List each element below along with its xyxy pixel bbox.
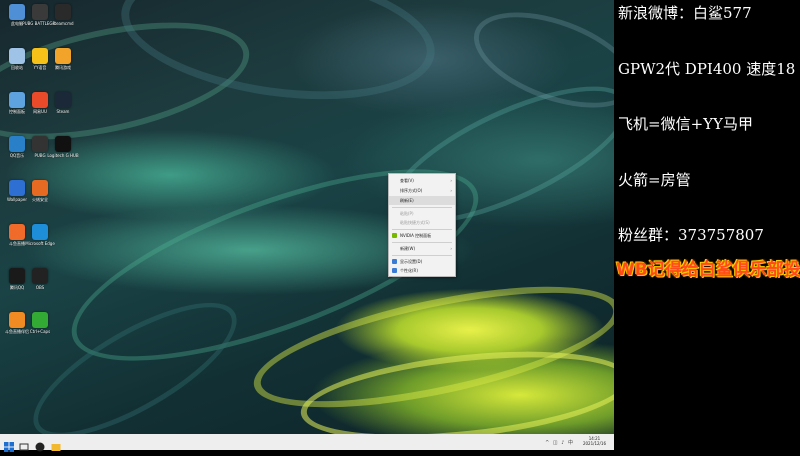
system-tray[interactable]: ^ ◫ ♪ 中: [545, 439, 574, 446]
app-icon: [55, 92, 71, 108]
menu-item-paste-shortcut[interactable]: 粘贴快捷方式(S): [389, 218, 455, 227]
taskbar: ^ ◫ ♪ 中 14:21 2021/12/16: [0, 434, 614, 452]
desktop-icon-label: QQ音乐: [9, 153, 25, 158]
submenu-arrow-icon: ›: [450, 188, 452, 193]
menu-item-view-label: 查看(V): [400, 178, 414, 183]
folder-icon: [51, 444, 61, 451]
desktop-icon-label: 火绒安全: [32, 197, 48, 202]
desktop-icon-label: Wallpaper: [6, 197, 27, 202]
weibo-text: 新浪微博：白鲨577: [618, 4, 752, 22]
fan-group-text: 粉丝群：373757807: [618, 226, 764, 244]
desktop-context-menu: 查看(V) › 排序方式(O) › 刷新(E) 粘贴(P) 粘贴快捷方式(S) …: [388, 173, 456, 277]
clock-date: 2021/12/16: [582, 441, 606, 446]
menu-item-paste-shortcut-label: 粘贴快捷方式(S): [400, 220, 430, 225]
plane-gift-text: 飞机=微信+YY马甲: [618, 115, 753, 133]
menu-item-new-label: 新建(W): [400, 246, 416, 251]
app-icon: [55, 48, 71, 64]
rocket-gift-text: 火箭=房管: [618, 171, 691, 189]
taskbar-app-obs[interactable]: [35, 437, 45, 452]
menu-item-sort-by[interactable]: 排序方式(O) ›: [389, 186, 455, 195]
desktop-icon-label: 腾讯QQ: [9, 285, 25, 290]
app-icon: [55, 136, 71, 152]
task-view-button[interactable]: [19, 437, 29, 451]
menu-item-refresh[interactable]: 刷新(E): [389, 196, 455, 205]
submenu-arrow-icon: ›: [450, 178, 452, 183]
windows-logo-icon: [4, 442, 14, 452]
app-icon: [9, 268, 25, 284]
app-icon: [55, 4, 71, 20]
desktop-icon[interactable]: 腾讯游戏: [50, 48, 76, 70]
desktop-icon-label: steamcmd: [52, 21, 74, 26]
task-view-icon: [19, 443, 29, 451]
app-icon: [9, 92, 25, 108]
app-icon: [9, 48, 25, 64]
desktop-icon-label: Logitech G HUB: [47, 153, 79, 158]
menu-item-personalize[interactable]: 个性化(R): [389, 266, 455, 275]
desktop-icon-label: Microsoft Edge: [25, 241, 55, 246]
app-icon: [32, 312, 48, 328]
menu-item-refresh-label: 刷新(E): [400, 198, 414, 203]
nvidia-icon: [392, 233, 397, 238]
desktop-icon[interactable]: Logitech G HUB: [47, 136, 79, 158]
menu-separator: [392, 229, 452, 230]
desktop-icon-label: 斗鱼直播: [9, 241, 25, 246]
desktop-icon-label: 斗鱼直播伴侣: [5, 329, 29, 334]
taskbar-clock[interactable]: 14:21 2021/12/16: [583, 436, 606, 446]
app-icon: [9, 312, 25, 328]
desktop-icon-label: Steam: [56, 109, 70, 114]
menu-item-view[interactable]: 查看(V) ›: [389, 176, 455, 185]
desktop-icon-label: OBS: [35, 285, 45, 290]
display-settings-icon: [392, 259, 397, 264]
desktop-icon[interactable]: 火绒安全: [27, 180, 53, 202]
menu-separator: [392, 207, 452, 208]
app-icon: [32, 180, 48, 196]
menu-item-nvidia-label: NVIDIA 控制面板: [400, 233, 432, 238]
desktop-wallpaper[interactable]: 此电脑 PUBG BATTLEGR.. steamcmd 回收站 YY语音 腾讯游戏 控制面…: [0, 0, 614, 434]
app-icon: [9, 224, 25, 240]
desktop-icon-label: YY语音: [33, 65, 47, 70]
desktop-icon-label: 控制面板: [9, 109, 25, 114]
personalize-icon: [392, 268, 397, 273]
desktop-icon[interactable]: steamcmd: [50, 4, 76, 26]
menu-item-paste[interactable]: 粘贴(P): [389, 209, 455, 218]
app-icon: [32, 48, 48, 64]
app-icon: [32, 4, 48, 20]
vote-promo-banner: WB记得给白鲨俱乐部投票: [616, 260, 800, 280]
menu-item-paste-label: 粘贴(P): [400, 211, 414, 216]
app-icon: [9, 4, 25, 20]
desktop-icon[interactable]: Steam: [50, 92, 76, 114]
menu-item-sort-by-label: 排序方式(O): [400, 188, 423, 193]
desktop-icon-label: Ctrl+Caps: [29, 329, 51, 334]
menu-separator: [392, 242, 452, 243]
desktop-icon[interactable]: OBS: [27, 268, 53, 290]
desktop-icon[interactable]: Microsoft Edge: [25, 224, 55, 246]
gear-info-text: GPW2代 DPI400 速度18: [618, 60, 796, 78]
app-icon: [32, 224, 48, 240]
menu-item-personalize-label: 个性化(R): [400, 268, 418, 273]
app-icon: [32, 268, 48, 284]
taskbar-app-explorer[interactable]: [51, 437, 61, 451]
app-icon: [9, 136, 25, 152]
desktop-icon-label: 腾讯游戏: [55, 65, 71, 70]
desktop-icon-label: PUBG: [34, 153, 46, 158]
menu-item-display-settings-label: 显示设置(D): [400, 259, 423, 264]
app-icon: [9, 180, 25, 196]
menu-item-display-settings[interactable]: 显示设置(D): [389, 257, 455, 266]
obs-icon: [35, 442, 45, 452]
app-icon: [32, 136, 48, 152]
desktop-icon[interactable]: Ctrl+Caps: [27, 312, 53, 334]
menu-separator: [392, 255, 452, 256]
menu-item-new[interactable]: 新建(W) ›: [389, 244, 455, 253]
desktop-icon-label: 网易UU: [33, 109, 47, 114]
start-button[interactable]: [4, 437, 14, 452]
desktop-icon-label: 回收站: [11, 65, 23, 70]
app-icon: [32, 92, 48, 108]
menu-item-nvidia-control-panel[interactable]: NVIDIA 控制面板: [389, 231, 455, 240]
submenu-arrow-icon: ›: [450, 246, 452, 251]
